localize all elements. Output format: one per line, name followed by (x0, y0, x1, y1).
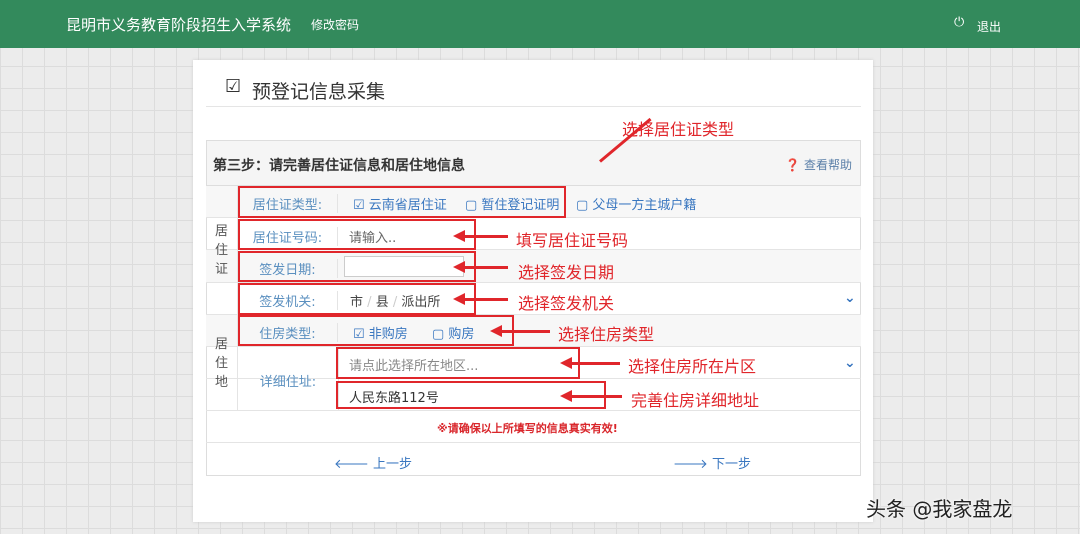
top-nav-bar: 昆明市义务教育阶段招生入学系统 修改密码 ⏻ 退出 (0, 0, 1080, 48)
annotation-text: 完善住房详细地址 (631, 391, 760, 410)
annotation-text: 填写居住证号码 (516, 231, 629, 250)
chevron-down-icon[interactable]: ⌄ (844, 355, 856, 371)
prev-button[interactable]: 🡐 上一步 (334, 453, 412, 472)
annotation-box (238, 186, 566, 218)
annotation-box (238, 283, 476, 315)
annotation-arrow (453, 230, 508, 242)
next-button[interactable]: 🡒 下一步 (673, 453, 751, 472)
annotation-box (238, 219, 476, 250)
chevron-down-icon[interactable]: ⌄ (844, 290, 856, 306)
annotation-text: 选择住房类型 (558, 325, 655, 344)
change-password-link[interactable]: 修改密码 (311, 16, 359, 33)
help-link[interactable]: ❓ 查看帮助 (785, 156, 852, 173)
annotation-arrow (453, 261, 508, 273)
system-title: 昆明市义务教育阶段招生入学系统 (66, 16, 292, 34)
annotation-arrow (560, 357, 620, 369)
annotation-text: 选择签发机关 (518, 294, 615, 313)
address-label: 详细住址: (259, 375, 317, 390)
group-label-permit: 居住证 (206, 186, 238, 315)
watermark: 头条 @我家盘龙 (866, 497, 1013, 521)
page-title: 预登记信息采集 (252, 81, 386, 103)
annotation-box (238, 315, 514, 346)
annotation-arrow (560, 390, 622, 402)
annotation-text: 选择居住证类型 (622, 120, 735, 139)
edit-icon: ☑ (225, 76, 242, 97)
annotation-text: 选择住房所在片区 (628, 357, 757, 376)
annotation-arrow (490, 325, 550, 337)
help-label: 查看帮助 (803, 158, 852, 172)
annotation-text: 选择签发日期 (518, 263, 615, 282)
group-label-residence: 居住地 (206, 315, 238, 411)
notice-text: ※请确保以上所填写的信息真实有效! (437, 422, 618, 435)
step-title: 第三步：请完善居住证信息和居住地信息 (213, 158, 465, 174)
permit-type-option-hukou[interactable]: ▢ 父母一方主城户籍 (576, 194, 696, 213)
annotation-arrow (453, 293, 508, 305)
logout-link[interactable]: 退出 (977, 18, 1001, 35)
power-icon: ⏻ (954, 15, 965, 30)
annotation-box (336, 347, 580, 379)
annotation-box (238, 251, 476, 282)
divider (206, 106, 861, 107)
panel-header: 第三步：请完善居住证信息和居住地信息 ❓ 查看帮助 (206, 140, 861, 186)
